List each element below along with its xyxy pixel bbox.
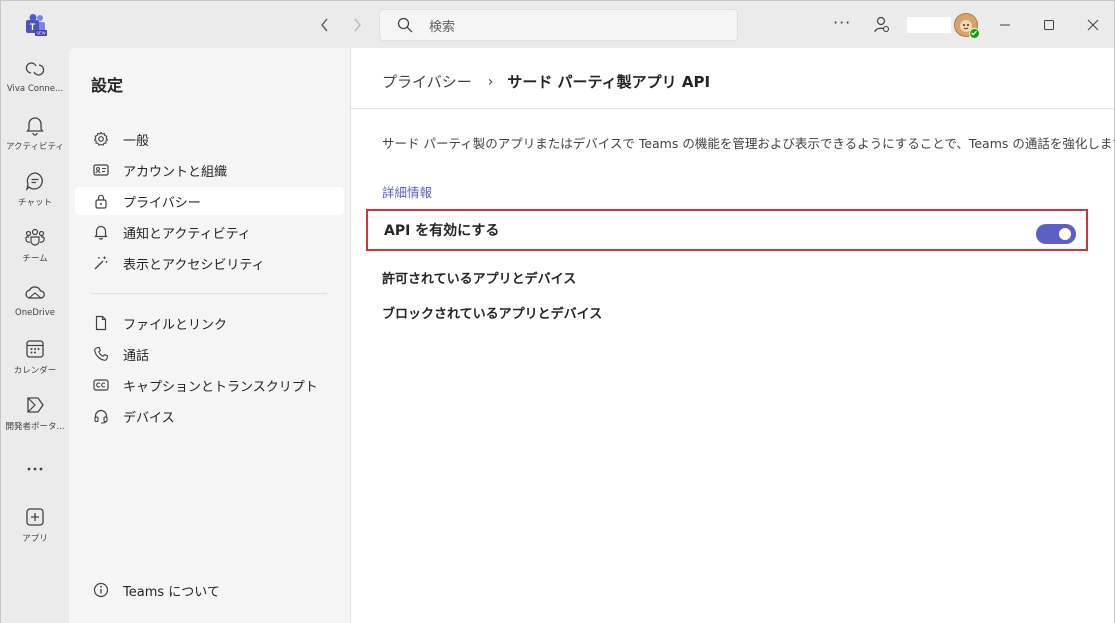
svg-text:T: T bbox=[30, 22, 36, 32]
rail-item-more[interactable] bbox=[1, 458, 69, 480]
settings-menu-privacy[interactable]: プライバシー bbox=[75, 187, 344, 215]
forward-button[interactable] bbox=[346, 14, 368, 36]
api-toggle-row: API を有効にする bbox=[366, 209, 1088, 251]
settings-menu-calls[interactable]: 通話 bbox=[75, 340, 344, 368]
settings-pane: 設定 一般 アカウントと組織 プライバシー 通知とアクティビティ 表示とアクセシ… bbox=[69, 48, 350, 623]
title-bar: T SEW 検索 ··· bbox=[1, 1, 1114, 48]
bell-icon bbox=[93, 224, 109, 240]
search-box[interactable]: 検索 bbox=[379, 9, 738, 41]
id-card-icon bbox=[93, 162, 109, 178]
phone-icon bbox=[93, 346, 109, 362]
toggle-knob bbox=[1059, 228, 1071, 240]
search-placeholder: 検索 bbox=[429, 19, 456, 35]
header-divider bbox=[351, 108, 1115, 109]
settings-menu-devices[interactable]: デバイス bbox=[75, 402, 344, 430]
teams-logo-icon: T SEW bbox=[24, 13, 48, 37]
calendar-icon bbox=[26, 340, 44, 358]
maximize-button[interactable] bbox=[1039, 15, 1059, 35]
svg-text:SEW: SEW bbox=[36, 31, 46, 36]
rail-item-onedrive[interactable]: OneDrive bbox=[1, 282, 69, 318]
rail-item-apps[interactable]: アプリ bbox=[1, 506, 69, 544]
breadcrumb-privacy[interactable]: プライバシー bbox=[382, 71, 472, 92]
rail-item-developer-portal[interactable]: 開発者ポータ... bbox=[1, 394, 69, 432]
blocked-apps-link[interactable]: ブロックされているアプリとデバイス bbox=[382, 303, 602, 322]
rail-item-chat[interactable]: チャット bbox=[1, 170, 69, 208]
teams-window: T SEW 検索 ··· Viva Conne... アクティビティ チャット … bbox=[0, 0, 1115, 623]
org-name-field bbox=[907, 17, 951, 33]
description-text: サード パーティ製のアプリまたはデバイスで Teams の機能を管理および表示で… bbox=[382, 136, 1115, 151]
more-icon bbox=[27, 467, 43, 471]
gear-icon bbox=[93, 131, 109, 147]
close-button[interactable] bbox=[1083, 15, 1103, 35]
headset-icon bbox=[93, 408, 109, 424]
file-icon bbox=[93, 315, 109, 331]
settings-menu-display[interactable]: 表示とアクセシビリティ bbox=[75, 249, 344, 277]
magic-wand-icon bbox=[93, 255, 109, 271]
allowed-apps-link[interactable]: 許可されているアプリとデバイス bbox=[382, 268, 576, 287]
breadcrumb: プライバシー › サード パーティ製アプリ API bbox=[382, 71, 710, 92]
main-content: プライバシー › サード パーティ製アプリ API サード パーティ製のアプリま… bbox=[350, 48, 1115, 623]
search-icon bbox=[397, 17, 413, 33]
bell-icon bbox=[26, 117, 44, 136]
settings-menu-account[interactable]: アカウントと組織 bbox=[75, 156, 344, 184]
chevron-right-icon: › bbox=[487, 73, 494, 90]
person-settings-icon[interactable] bbox=[872, 15, 892, 35]
teams-icon bbox=[25, 228, 45, 246]
presence-available-icon bbox=[969, 28, 980, 39]
cloud-icon bbox=[25, 286, 45, 299]
rail-item-viva-connections[interactable]: Viva Conne... bbox=[1, 58, 69, 94]
page-title: サード パーティ製アプリ API bbox=[507, 73, 711, 91]
cc-icon bbox=[93, 377, 109, 393]
settings-menu-captions[interactable]: キャプションとトランスクリプト bbox=[75, 371, 344, 399]
app-rail: Viva Conne... アクティビティ チャット チーム OneDrive … bbox=[1, 48, 69, 623]
settings-title: 設定 bbox=[91, 76, 124, 95]
api-toggle-switch[interactable] bbox=[1036, 224, 1076, 244]
learn-more-link[interactable]: 詳細情報 bbox=[382, 182, 432, 201]
developer-portal-icon bbox=[27, 397, 44, 413]
about-teams-link[interactable]: Teams について bbox=[75, 576, 344, 604]
settings-menu-files[interactable]: ファイルとリンク bbox=[75, 309, 344, 337]
settings-menu-general[interactable]: 一般 bbox=[75, 125, 344, 153]
avatar[interactable] bbox=[954, 13, 980, 39]
rail-item-teams[interactable]: チーム bbox=[1, 226, 69, 264]
api-toggle-label: API を有効にする bbox=[384, 223, 500, 239]
info-icon bbox=[93, 582, 109, 598]
settings-menu-divider bbox=[91, 293, 327, 294]
add-app-icon bbox=[26, 508, 44, 526]
viva-connections-icon bbox=[25, 62, 45, 76]
more-options-icon[interactable]: ··· bbox=[833, 13, 851, 32]
back-button[interactable] bbox=[314, 14, 336, 36]
minimize-button[interactable] bbox=[995, 15, 1015, 35]
settings-menu-notifications[interactable]: 通知とアクティビティ bbox=[75, 218, 344, 246]
rail-item-activity[interactable]: アクティビティ bbox=[1, 114, 69, 152]
rail-item-calendar[interactable]: カレンダー bbox=[1, 338, 69, 376]
lock-icon bbox=[93, 193, 109, 209]
chat-icon bbox=[25, 172, 43, 191]
